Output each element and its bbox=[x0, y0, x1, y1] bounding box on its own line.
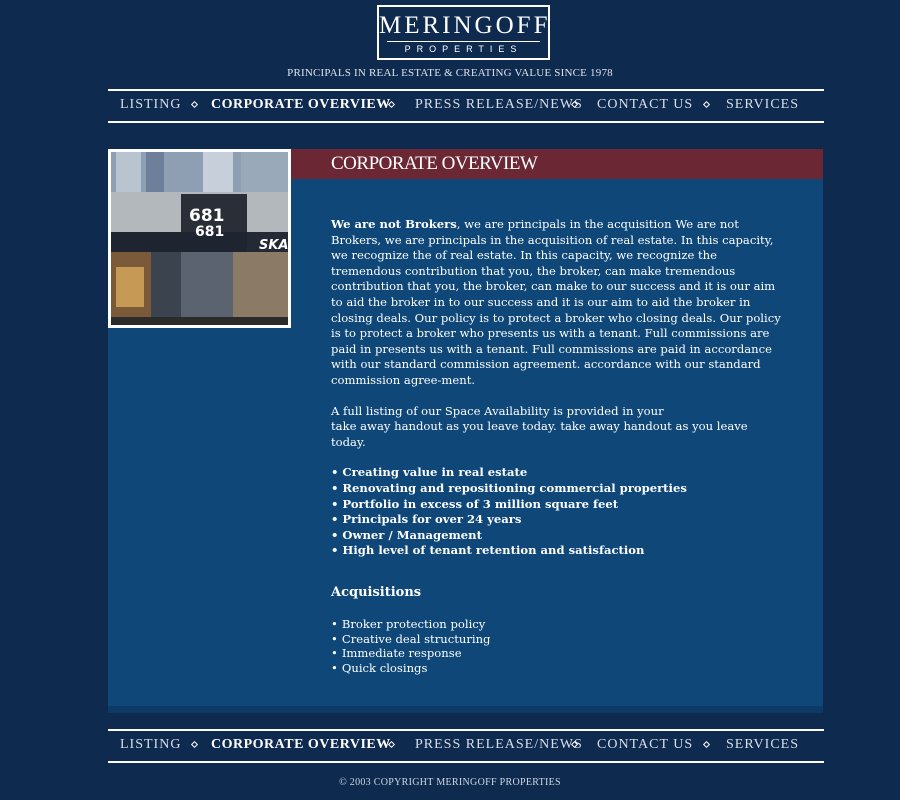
nav-listing[interactable]: LISTING bbox=[120, 737, 181, 753]
listing-line-1: A full listing of our Space Availability… bbox=[331, 403, 664, 418]
section-title-bar: CORPORATE OVERVIEW bbox=[291, 149, 823, 179]
building-photo-image: 681 681 SKA bbox=[111, 152, 288, 325]
photo-store-text: SKA bbox=[259, 238, 288, 253]
acquisition-item: Creative deal structuring bbox=[331, 632, 781, 647]
nav-press-release[interactable]: PRESS RELEASE/NEWS bbox=[415, 97, 583, 113]
nav-corporate-overview[interactable]: CORPORATE OVERVIEW bbox=[211, 97, 391, 113]
acquisitions-list: Broker protection policy Creative deal s… bbox=[331, 617, 781, 675]
nav-contact-us[interactable]: CONTACT US bbox=[597, 97, 693, 113]
nav-separator-icon bbox=[190, 100, 199, 109]
photo-sign-text-2: 681 bbox=[195, 224, 224, 240]
feature-item: Owner / Management bbox=[331, 528, 781, 544]
building-photo: 681 681 SKA bbox=[108, 149, 291, 328]
main-panel: 681 681 SKA CORPORATE OVERVIEW We are no… bbox=[108, 149, 823, 713]
intro-text: , we are principals in the acquisition W… bbox=[331, 217, 781, 387]
acquisition-item: Quick closings bbox=[331, 661, 781, 676]
nav-corporate-overview[interactable]: CORPORATE OVERVIEW bbox=[211, 737, 391, 753]
acquisition-item: Broker protection policy bbox=[331, 617, 781, 632]
logo-subname: PROPERTIES bbox=[404, 44, 523, 54]
intro-bold: We are not Brokers bbox=[331, 217, 457, 231]
logo-divider bbox=[387, 41, 540, 42]
top-navigation: LISTING CORPORATE OVERVIEW PRESS RELEASE… bbox=[108, 89, 824, 123]
feature-item: Creating value in real estate bbox=[331, 465, 781, 481]
acquisition-item: Immediate response bbox=[331, 646, 781, 661]
page-title: CORPORATE OVERVIEW bbox=[331, 153, 538, 174]
feature-item: Principals for over 24 years bbox=[331, 512, 781, 528]
bottom-navigation: LISTING CORPORATE OVERVIEW PRESS RELEASE… bbox=[108, 729, 824, 763]
nav-services[interactable]: SERVICES bbox=[726, 97, 799, 113]
nav-separator-icon bbox=[190, 740, 199, 749]
feature-item: Renovating and repositioning commercial … bbox=[331, 481, 781, 497]
storefront-illustration: 681 681 SKA bbox=[111, 152, 288, 325]
feature-item: Portfolio in excess of 3 million square … bbox=[331, 497, 781, 513]
logo-name: MERINGOFF bbox=[379, 12, 551, 39]
photo-sign-text: 681 bbox=[189, 206, 225, 226]
feature-list: Creating value in real estate Renovating… bbox=[331, 465, 781, 559]
nav-press-release[interactable]: PRESS RELEASE/NEWS bbox=[415, 737, 583, 753]
content-body: We are not Brokers, we are principals in… bbox=[331, 217, 781, 675]
tagline: PRINCIPALS IN REAL ESTATE & CREATING VAL… bbox=[287, 67, 613, 79]
nav-listing[interactable]: LISTING bbox=[120, 97, 181, 113]
panel-bottom-strip bbox=[108, 706, 823, 713]
listing-line-2: take away handout as you leave today. ta… bbox=[331, 419, 748, 449]
nav-contact-us[interactable]: CONTACT US bbox=[597, 737, 693, 753]
feature-item: High level of tenant retention and satis… bbox=[331, 543, 781, 559]
nav-separator-icon bbox=[702, 740, 711, 749]
acquisitions-heading: Acquisitions bbox=[331, 584, 422, 600]
listing-paragraph: A full listing of our Space Availability… bbox=[331, 404, 781, 451]
nav-services[interactable]: SERVICES bbox=[726, 737, 799, 753]
company-logo[interactable]: MERINGOFF PROPERTIES bbox=[377, 5, 550, 60]
footer-copyright: © 2003 COPYRIGHT MERINGOFF PROPERTIES bbox=[339, 777, 561, 788]
nav-separator-icon bbox=[702, 100, 711, 109]
intro-paragraph: We are not Brokers, we are principals in… bbox=[331, 217, 781, 389]
